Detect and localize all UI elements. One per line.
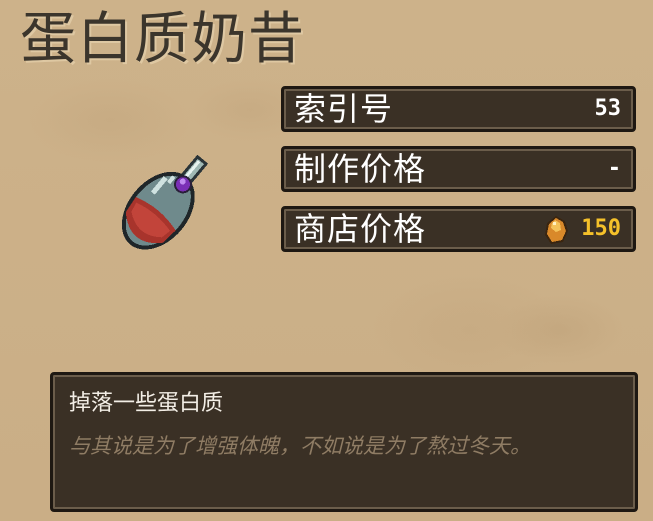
flavor-text: 与其说是为了增强体魄，不如说是为了熬过冬天。 (69, 434, 531, 458)
stat-row-index: 索引号 53 (281, 86, 636, 132)
stat-label: 商店价格 (294, 210, 427, 248)
stat-value: - (607, 156, 621, 181)
stat-value: 53 (594, 96, 622, 121)
potion-flask-icon (121, 154, 209, 250)
gold-coin-icon (545, 216, 568, 244)
description-panel: 掉落一些蛋白质 与其说是为了增强体魄，不如说是为了熬过冬天。 (50, 372, 638, 512)
item-title: 蛋白质奶昔 (20, 7, 305, 72)
stat-label: 制作价格 (294, 150, 427, 188)
stat-label: 索引号 (294, 90, 394, 128)
description-text: 掉落一些蛋白质 (69, 391, 224, 416)
stat-row-craft-price: 制作价格 - (281, 146, 636, 192)
stat-value: 150 (581, 216, 621, 241)
stat-row-shop-price: 商店价格 150 (281, 206, 636, 252)
